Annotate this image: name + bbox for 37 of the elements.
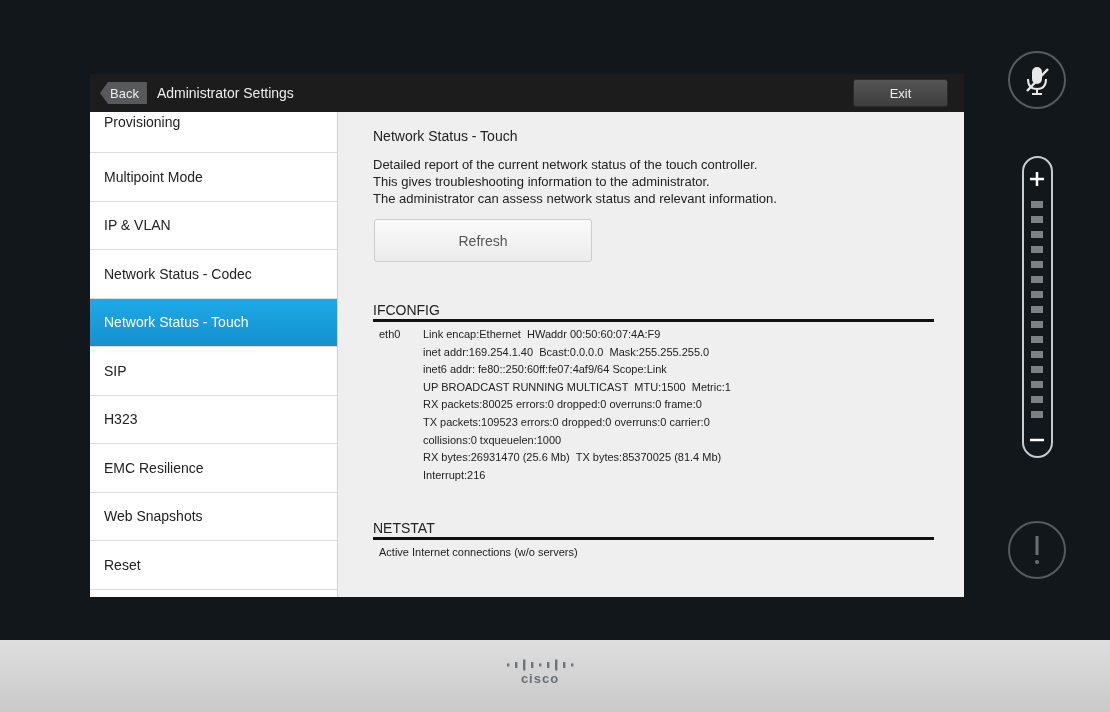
- alert-icon[interactable]: [1007, 520, 1067, 580]
- muted-microphone-icon[interactable]: [1007, 50, 1067, 110]
- description-text: This gives troubleshooting information to the administrator.: [373, 173, 711, 190]
- section-heading: NETSTAT: [373, 520, 934, 541]
- exit-button[interactable]: Exit: [853, 79, 948, 107]
- volume-control[interactable]: [1021, 156, 1053, 458]
- logo-bars-icon: [505, 658, 575, 672]
- logo-text: cisco: [520, 672, 560, 686]
- refresh-button[interactable]: Refresh: [374, 219, 592, 262]
- sidebar-item[interactable]: EMC Resilience: [90, 444, 337, 493]
- sidebar-item[interactable]: H323: [90, 395, 337, 444]
- section-heading: IFCONFIG: [373, 302, 934, 322]
- plus-icon[interactable]: [1030, 172, 1044, 186]
- header-title: Administrator Settings: [156, 85, 295, 101]
- sidebar-item[interactable]: Multipoint Mode: [90, 153, 337, 202]
- section-title: Network Status - Touch: [373, 128, 519, 144]
- output-line: collisions:0 txqueuelen:1000: [423, 432, 563, 448]
- output-line: Interrupt:216: [423, 467, 487, 483]
- output-line: RX packets:80025 errors:0 dropped:0 overruns:0 frame:0: [423, 397, 703, 413]
- sidebar-item[interactable]: Web Snapshots: [90, 492, 337, 541]
- output-line: inet6 addr: fe80::250:60ff:fe07:4af9/64 Scope:Link: [423, 362, 668, 378]
- output-line: RX bytes:26931470 (25.6 Mb) TX bytes:85370025 (81.4 Mb): [423, 450, 723, 466]
- sidebar-item[interactable]: Provisioning: [90, 112, 337, 153]
- sidebar-item[interactable]: IP & VLAN: [90, 201, 337, 250]
- interface-name: eth0: [379, 327, 402, 342]
- description-text: Detailed report of the current network status of the touch controller.: [373, 156, 759, 173]
- minus-icon[interactable]: [1030, 438, 1044, 442]
- output-line: Active Internet connections (w/o servers): [379, 545, 579, 561]
- back-button[interactable]: Back: [100, 82, 147, 104]
- output-line: inet addr:169.254.1.40 Bcast:0.0.0.0 Mask:255.255.255.0: [423, 344, 711, 360]
- sidebar-item[interactable]: SIP: [90, 347, 337, 396]
- output-line: Link encap:Ethernet HWaddr 00:50:60:07:4A:F9: [423, 327, 662, 342]
- output-line: UP BROADCAST RUNNING MULTICAST MTU:1500 Metric:1: [423, 379, 732, 395]
- output-line: TX packets:109523 errors:0 dropped:0 overruns:0 carrier:0: [423, 414, 711, 430]
- sidebar-item[interactable]: Reset: [90, 541, 337, 590]
- description-text: The administrator can assess network status and relevant information.: [373, 190, 778, 207]
- sidebar-item[interactable]: Network Status - Codec: [90, 250, 337, 299]
